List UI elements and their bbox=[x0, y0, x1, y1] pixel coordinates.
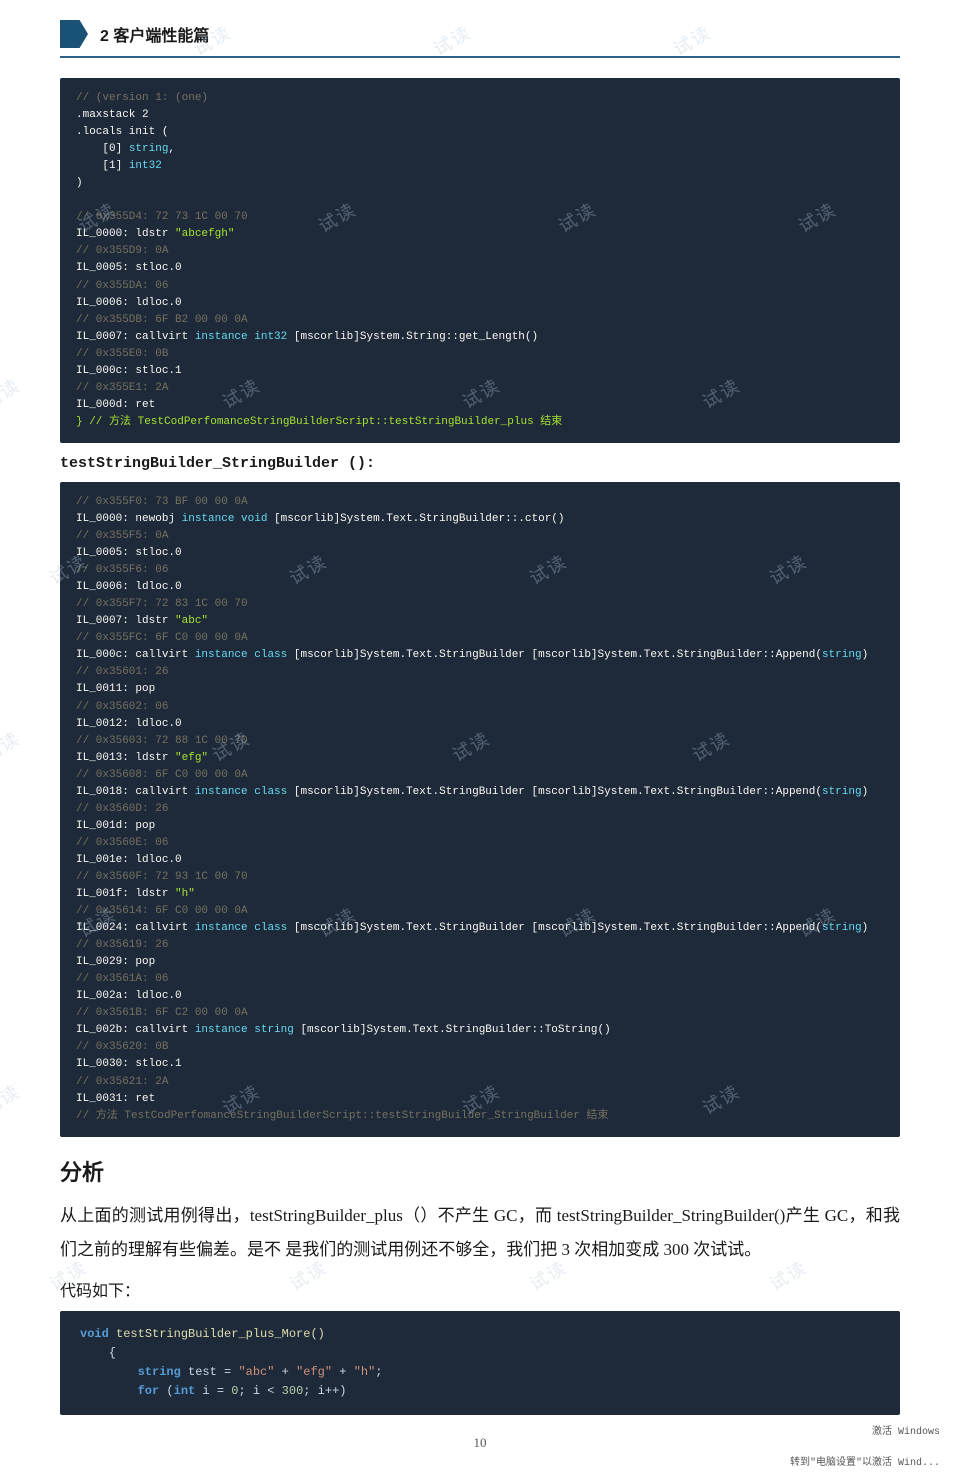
page-container: 2 客户端性能篇 // (version 1: (one) .maxstack … bbox=[0, 0, 960, 1481]
chapter-header: 2 客户端性能篇 bbox=[60, 20, 900, 58]
code-block-3: void testStringBuilder_plus_More() { str… bbox=[60, 1311, 900, 1416]
func-name: testStringBuilder_plus_More() bbox=[116, 1327, 325, 1341]
chapter-title: 2 客户端性能篇 bbox=[100, 22, 209, 46]
keyword-void: void bbox=[80, 1327, 109, 1341]
label-code: 代码如下： bbox=[60, 1277, 900, 1301]
code-block-1: // (version 1: (one) .maxstack 2 .locals… bbox=[60, 78, 900, 443]
method-header-2: testStringBuilder_StringBuilder (): bbox=[60, 455, 900, 472]
analysis-text: 从上面的测试用例得出，testStringBuilder_plus（）不产生 G… bbox=[60, 1199, 900, 1267]
code-block-2: // 0x355F0: 73 BF 00 00 0A IL_0000: newo… bbox=[60, 482, 900, 1137]
section-title-analysis: 分析 bbox=[60, 1155, 900, 1187]
chapter-icon bbox=[60, 20, 88, 48]
